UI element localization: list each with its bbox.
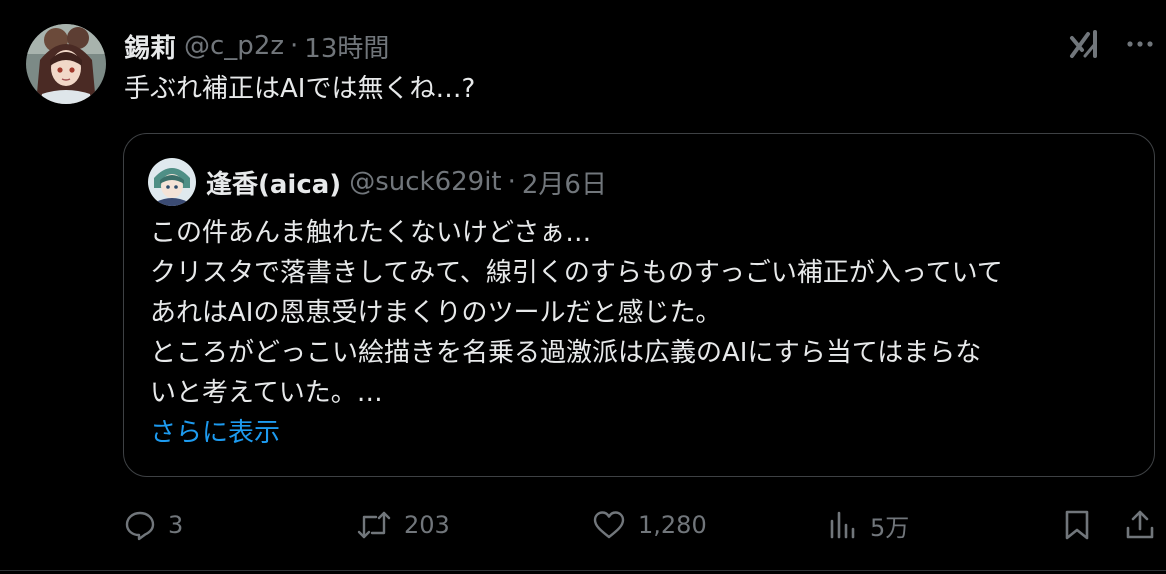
views-chart-icon	[830, 511, 855, 539]
retweet-count: 203	[404, 511, 450, 539]
quoted-header-separator: ·	[507, 167, 516, 197]
like-count: 1,280	[638, 511, 707, 539]
quoted-author-avatar[interactable]	[148, 158, 196, 206]
author-display-name[interactable]: 錫莉	[124, 28, 176, 65]
header-separator: ·	[290, 31, 299, 61]
share-button[interactable]	[1124, 504, 1156, 546]
quoted-text-line: いと考えていた。…	[150, 378, 383, 408]
quoted-text-line: この件あんま触れたくないけどさぁ…	[150, 218, 592, 248]
quoted-text-line: あれはAIの恩恵受けまくりのツールだと感じた。	[150, 298, 722, 328]
quoted-author-handle[interactable]: @suck629it	[349, 167, 501, 197]
author-avatar[interactable]	[26, 24, 106, 104]
quoted-author-display-name[interactable]: 逢香(aica)	[206, 164, 341, 201]
quoted-tweet-text: この件あんま触れたくないけどさぁ… クリスタで落書きしてみて、線引くのすらものす…	[150, 213, 1003, 413]
reply-icon	[125, 511, 155, 541]
share-icon	[1126, 510, 1154, 539]
quoted-tweet-date[interactable]: 2月6日	[522, 164, 607, 201]
grok-icon[interactable]	[1068, 26, 1104, 62]
quoted-text-line: クリスタで落書きしてみて、線引くのすらものすっごい補正が入っていて	[150, 258, 1003, 288]
bookmark-button[interactable]	[1062, 504, 1092, 546]
quoted-text-line: ところがどっこい絵描きを名乗る過激派は広義のAIにすら当てはまらな	[150, 338, 982, 368]
more-options-icon[interactable]	[1124, 30, 1156, 58]
avatar-anime-girl-icon	[26, 24, 106, 104]
quoted-tweet-header: 逢香(aica) @suck629it · 2月6日	[206, 164, 607, 200]
avatar-anime-character-icon	[148, 158, 196, 206]
bookmark-icon	[1065, 510, 1089, 540]
retweet-button[interactable]: 203	[356, 504, 450, 546]
tweet-divider	[0, 570, 1166, 571]
views-count: 5万	[870, 513, 910, 542]
like-button[interactable]: 1,280	[592, 504, 707, 546]
tweet-text: 手ぶれ補正はAIでは無くね…?	[124, 74, 476, 104]
heart-icon	[593, 511, 625, 539]
retweet-icon	[357, 511, 391, 539]
tweet-timestamp[interactable]: 13時間	[304, 28, 389, 65]
show-more-link[interactable]: さらに表示	[150, 413, 280, 453]
tweet-header: 錫莉 @c_p2z · 13時間	[124, 26, 389, 66]
reply-button[interactable]: 3	[124, 504, 183, 546]
views-button[interactable]: 5万	[828, 504, 909, 546]
reply-count: 3	[168, 511, 184, 539]
author-handle[interactable]: @c_p2z	[184, 31, 284, 61]
action-bar: 3 203 1,280 5万	[0, 504, 1166, 546]
